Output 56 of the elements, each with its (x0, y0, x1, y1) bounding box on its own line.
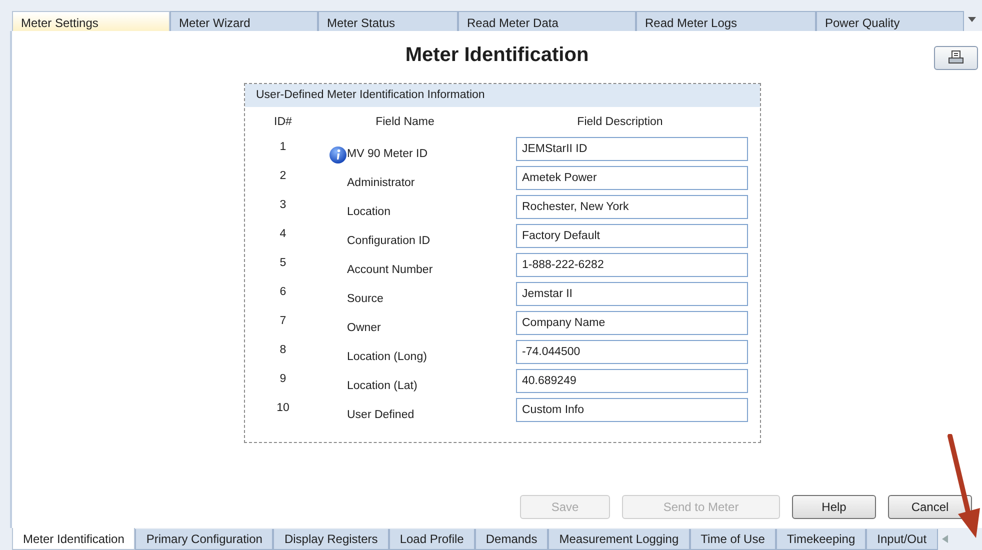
text-field[interactable]: Jemstar II (516, 282, 748, 306)
field-name: Location (347, 205, 390, 220)
text-field[interactable]: JEMStarII ID (516, 137, 748, 162)
text-field[interactable]: Company Name (516, 311, 748, 336)
tab[interactable]: Primary Configuration (135, 529, 274, 550)
column-header: ID# (274, 116, 292, 128)
field-name: Account Number (347, 263, 433, 278)
id-number: 10 (276, 402, 290, 414)
text-field[interactable]: Rochester, New York (516, 195, 748, 220)
info-icon[interactable] (329, 146, 347, 164)
id-number: 1 (280, 141, 286, 154)
field-name: Location (Lat) (347, 379, 418, 394)
group-title: User-Defined Meter Identification Information (245, 84, 760, 108)
id-number: 8 (280, 344, 286, 356)
tab[interactable]: Meter Settings (12, 11, 170, 31)
tab[interactable]: Meter Status (318, 11, 458, 31)
action-button[interactable]: Help (792, 495, 876, 519)
tab[interactable]: Time of Use (690, 529, 776, 550)
tab[interactable]: Meter Identification (12, 528, 136, 550)
dropdown-icon[interactable] (968, 17, 976, 23)
id-number: 2 (280, 170, 286, 182)
field-name: MV 90 Meter ID (347, 147, 428, 162)
field-name: Source (347, 292, 384, 308)
id-number: 6 (280, 286, 286, 298)
text-field[interactable]: 40.689249 (516, 369, 748, 394)
tab[interactable]: Load Profile (388, 529, 475, 550)
tab[interactable]: Measurement Logging (548, 529, 690, 550)
text-field[interactable]: Custom Info (516, 398, 748, 422)
tab[interactable]: Timekeeping (776, 529, 866, 550)
id-number: 9 (280, 373, 286, 386)
text-field[interactable]: Ametek Power (516, 166, 748, 190)
field-name: Location (Long) (347, 350, 427, 366)
tab[interactable]: Power Quality (816, 11, 964, 31)
print-button[interactable] (934, 46, 978, 70)
text-field[interactable]: 1-888-222-6282 (516, 253, 748, 278)
field-name: Administrator (347, 176, 415, 192)
field-name: Configuration ID (347, 234, 430, 250)
id-number: 4 (280, 228, 286, 240)
tab[interactable]: Demands (474, 529, 548, 550)
id-number: 7 (280, 315, 286, 328)
printer-icon (948, 50, 964, 66)
field-name: Owner (347, 321, 381, 336)
column-header: Field Description (577, 116, 663, 128)
tab[interactable]: Display Registers (273, 529, 389, 550)
tab[interactable]: Input/Out (866, 529, 938, 550)
tab[interactable]: Read Meter Data (458, 11, 636, 31)
column-header: Field Name (376, 114, 434, 130)
id-number: 5 (280, 257, 286, 270)
text-field[interactable]: Factory Default (516, 224, 748, 248)
tab[interactable]: Meter Wizard (170, 11, 318, 31)
tab[interactable]: Read Meter Logs (636, 11, 816, 31)
action-button[interactable]: Cancel (888, 495, 972, 519)
text-field[interactable]: -74.044500 (516, 340, 748, 364)
field-name: User Defined (347, 408, 414, 424)
page-title: Meter Identification (405, 43, 589, 67)
id-number: 3 (280, 199, 286, 212)
